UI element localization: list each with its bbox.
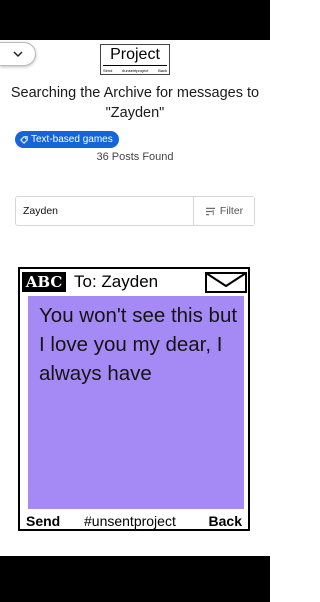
results-count: 36 Posts Found <box>96 151 174 163</box>
filter-button[interactable]: Filter <box>193 197 254 225</box>
filter-sort-icon <box>205 207 215 215</box>
logo-send: Send <box>103 68 113 73</box>
logo-title: Project <box>110 46 160 63</box>
envelope-icon <box>205 272 247 293</box>
recipient-label: To: Zayden <box>74 272 159 291</box>
post-card[interactable]: ABC To: Zayden You won't see this but I … <box>18 267 250 531</box>
logo-hashtag: #unsentproject <box>122 68 149 73</box>
logo-footer: Send #unsentproject Back <box>103 68 167 74</box>
message-text: You won't see this but I love you my dea… <box>39 304 238 385</box>
message-box: You won't see this but I love you my dea… <box>28 296 244 509</box>
send-link[interactable]: Send <box>26 513 60 529</box>
search-headline: Searching the Archive for messages to "Z… <box>10 85 260 121</box>
search-bar: Filter <box>15 196 255 226</box>
tag-icon <box>20 135 28 144</box>
post-footer: Send #unsentproject Back <box>20 510 248 531</box>
project-logo[interactable]: Project Send #unsentproject Back <box>100 44 170 75</box>
tag-chip[interactable]: Text-based games <box>15 131 119 148</box>
search-input[interactable] <box>16 197 193 225</box>
logo-back: Back <box>158 68 167 73</box>
post-header: ABC To: Zayden <box>20 269 248 295</box>
tag-label: Text-based games <box>31 134 113 145</box>
back-link[interactable]: Back <box>209 513 242 529</box>
filter-label: Filter <box>219 205 244 217</box>
abc-badge: ABC <box>22 272 66 292</box>
bottom-bar <box>0 556 270 602</box>
hashtag-label: #unsentproject <box>84 513 176 529</box>
logo-divider <box>103 65 167 66</box>
status-bar <box>0 0 270 40</box>
collapse-button[interactable] <box>0 42 36 66</box>
chevron-down-icon <box>12 50 23 57</box>
